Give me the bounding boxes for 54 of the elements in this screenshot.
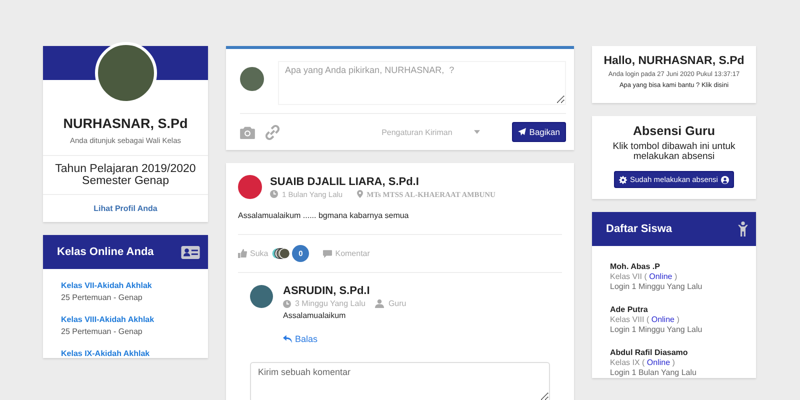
user-circle-icon xyxy=(720,176,729,184)
class-meta-text: 25 Pertemuan - Genap xyxy=(61,327,142,336)
author-name: SUAIB DJALIL LIARA, S.Pd.I xyxy=(270,176,420,188)
student-class-status: Kelas IX ( Online ) xyxy=(610,358,676,368)
class-link[interactable]: Kelas VIII-Akidah Akhlak xyxy=(61,315,154,324)
caret-icon xyxy=(474,130,480,134)
semester-text: Semester Genap xyxy=(81,175,170,187)
share-button[interactable]: Bagikan xyxy=(512,122,566,142)
reply-arrow-icon xyxy=(283,335,292,343)
view-profile-link[interactable]: Lihat Profil Anda xyxy=(94,195,158,222)
camera-icon xyxy=(240,126,255,138)
class-link[interactable]: Kelas VII-Akidah Akhlak xyxy=(61,281,152,290)
clock-icon xyxy=(283,300,291,308)
thumbs-up-icon xyxy=(238,249,247,258)
student-name: Abdul Rafil Diasamo xyxy=(610,348,689,358)
paper-plane-icon xyxy=(518,128,526,136)
avatar-photo xyxy=(238,175,262,199)
map-pin-icon xyxy=(356,190,363,198)
reply-link[interactable]: Balas xyxy=(283,334,318,344)
commenter-name: ASRUDIN, S.Pd.I xyxy=(283,285,371,297)
card-title: Kelas Online Anda xyxy=(57,246,154,258)
speech-bubble-icon xyxy=(323,250,332,258)
class-link[interactable]: Kelas IX-Akidah Akhlak xyxy=(61,349,150,358)
academic-year-text: Tahun Pelajaran 2019/2020 xyxy=(54,163,197,175)
student-last-login: Login 1 Bulan Yang Lalu xyxy=(610,368,698,378)
student-name: Moh. Abas .P xyxy=(610,262,661,272)
class-meta-text: 25 Pertemuan - Genap xyxy=(61,293,142,302)
avatar-photo xyxy=(240,67,264,91)
clock-icon xyxy=(270,190,278,198)
user-icon xyxy=(375,299,384,308)
profile-name: NURHASNAR, S.Pd xyxy=(62,116,189,131)
person-icon xyxy=(738,220,748,236)
post-text: Assalamualaikum ...... bgmana kabarnya semua xyxy=(238,211,562,235)
post-input-field[interactable]: Apa yang Anda pikirkan, NURHASNAR, ? xyxy=(278,61,566,105)
student-last-login: Login 1 Minggu Yang Lalu xyxy=(610,324,704,334)
comment-input-field[interactable]: Kirim sebuah komentar xyxy=(250,362,550,400)
card-title: Absensi Guru xyxy=(632,124,716,138)
student-name: Ade Putra xyxy=(610,304,649,314)
link-icon xyxy=(265,124,280,140)
like-button[interactable]: Suka xyxy=(238,249,268,258)
comment-time: 3 Minggu Yang Lalu xyxy=(295,299,366,308)
id-card-icon xyxy=(181,246,200,258)
comment-text: Assalamualaikum xyxy=(283,311,347,320)
student-class-status: Kelas VII ( Online ) xyxy=(610,272,678,282)
greeting-title: Hallo, NURHASNAR, S.Pd xyxy=(602,55,746,67)
commenter-role: Guru xyxy=(388,299,406,308)
card-title: Daftar Siswa xyxy=(606,222,672,234)
avatar-photo xyxy=(250,285,273,308)
attendance-instruction: Klik tombol dibawah ini untuk melakukan absensi xyxy=(612,142,736,162)
post-settings-dropdown[interactable]: Pengaturan Kiriman xyxy=(378,126,484,138)
gear-icon xyxy=(619,176,627,184)
student-class-status: Kelas VIII ( Online ) xyxy=(610,314,680,324)
comment-button[interactable]: Komentar xyxy=(323,249,370,258)
student-last-login: Login 1 Minggu Yang Lalu xyxy=(610,282,704,292)
